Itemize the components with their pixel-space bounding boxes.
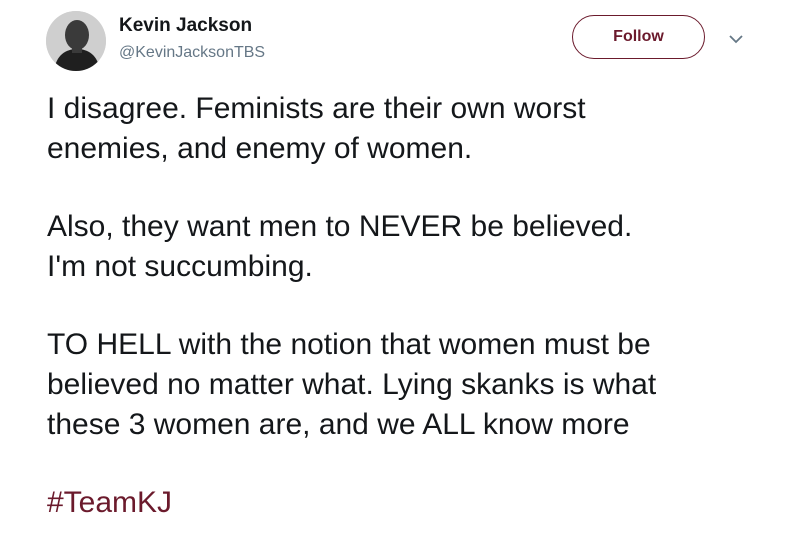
chevron-down-icon[interactable] bbox=[727, 32, 745, 44]
tweet-header: Kevin Jackson @KevinJacksonTBS Follow bbox=[0, 0, 790, 80]
tweet-line: Also, they want men to NEVER be believed… bbox=[47, 210, 633, 243]
tweet-line: I'm not succumbing. bbox=[47, 250, 313, 283]
tweet-line: TO HELL with the notion that women must … bbox=[47, 328, 651, 361]
follow-button[interactable]: Follow bbox=[572, 15, 705, 59]
tweet-line: believed no matter what. Lying skanks is… bbox=[47, 368, 657, 401]
tweet-text: I disagree. Feminists are their own wors… bbox=[47, 89, 782, 523]
author-name[interactable]: Kevin Jackson bbox=[119, 15, 252, 37]
tweet-line: enemies, and enemy of women. bbox=[47, 132, 473, 165]
hashtag-link[interactable]: #TeamKJ bbox=[47, 486, 172, 519]
tweet-line: I disagree. Feminists are their own wors… bbox=[47, 92, 586, 125]
tweet-line: these 3 women are, and we ALL know more bbox=[47, 408, 630, 441]
author-handle[interactable]: @KevinJacksonTBS bbox=[119, 44, 265, 62]
avatar[interactable] bbox=[46, 11, 106, 71]
avatar-photo bbox=[46, 11, 106, 71]
